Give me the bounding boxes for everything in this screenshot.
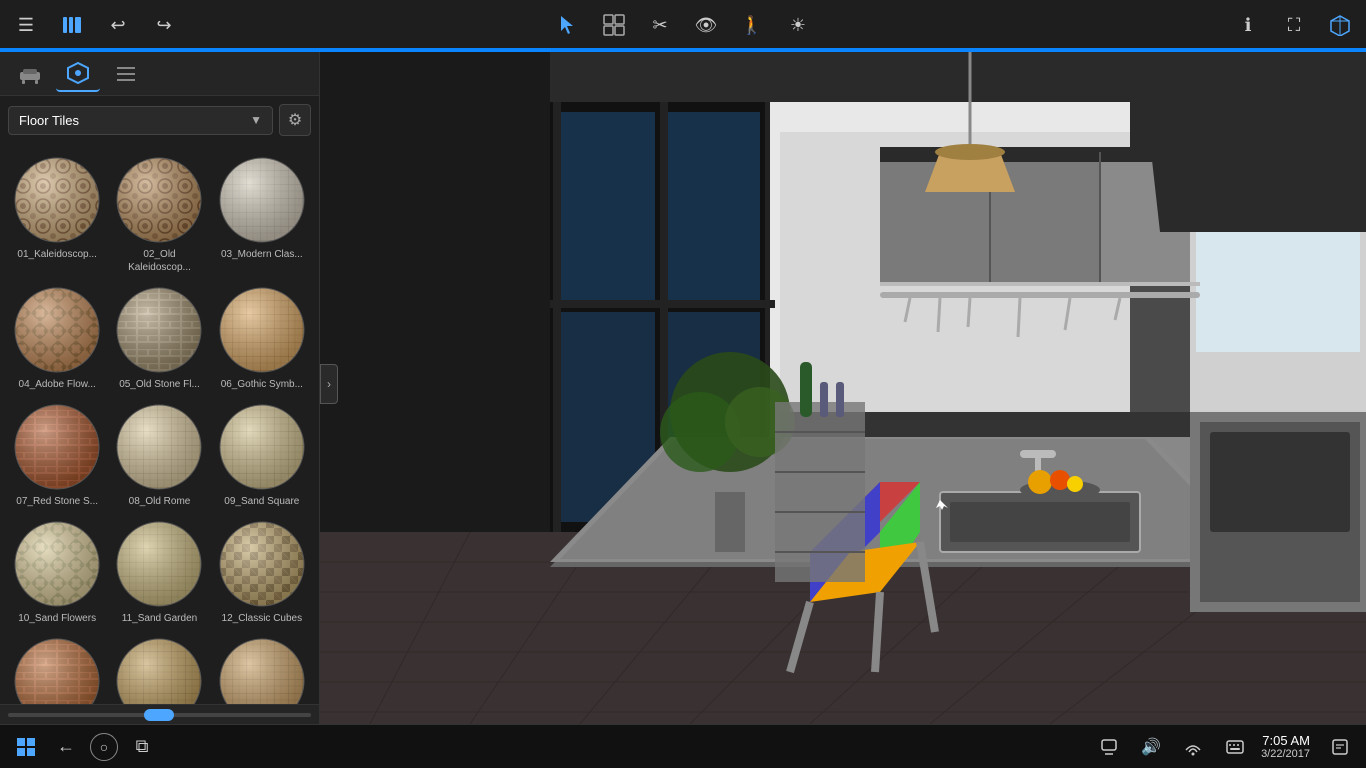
material-name-3: 03_Modern Clas... bbox=[221, 248, 303, 261]
menu-icon[interactable]: ☰ bbox=[12, 11, 40, 39]
material-item-9[interactable]: 09_Sand Square bbox=[213, 399, 311, 512]
tab-list[interactable] bbox=[104, 56, 148, 92]
material-item-11[interactable]: 11_Sand Garden bbox=[110, 516, 208, 629]
system-time[interactable]: 7:05 AM 3/22/2017 bbox=[1261, 733, 1310, 760]
material-sphere-6 bbox=[218, 286, 306, 374]
material-sphere-1 bbox=[13, 156, 101, 244]
keyboard-icon[interactable] bbox=[1219, 731, 1251, 763]
material-item-5[interactable]: 05_Old Stone Fl... bbox=[110, 282, 208, 395]
material-item-14[interactable]: 14_Sand Classic bbox=[110, 633, 208, 704]
volume-icon[interactable]: 🔊 bbox=[1135, 731, 1167, 763]
material-sphere-14 bbox=[115, 637, 203, 704]
material-name-12: 12_Classic Cubes bbox=[222, 612, 303, 625]
material-item-6[interactable]: 06_Gothic Symb... bbox=[213, 282, 311, 395]
category-bar: Floor Tiles ▼ ⚙ bbox=[0, 96, 319, 144]
tab-materials[interactable] bbox=[56, 56, 100, 92]
taskbar: ← ○ ⧉ 🔊 7:05 AM 3/22/2017 bbox=[0, 724, 1366, 768]
material-grid: 01_Kaleidoscop... 0 bbox=[0, 144, 319, 704]
material-item-1[interactable]: 01_Kaleidoscop... bbox=[8, 152, 106, 278]
material-sphere-9 bbox=[218, 403, 306, 491]
material-item-15[interactable]: 15_Classic Old C... bbox=[213, 633, 311, 704]
notifications-icon[interactable] bbox=[1093, 731, 1125, 763]
material-sphere-7 bbox=[13, 403, 101, 491]
tab-furniture[interactable] bbox=[8, 56, 52, 92]
dropdown-arrow-icon: ▼ bbox=[250, 113, 262, 127]
multitask-button[interactable]: ⧉ bbox=[126, 731, 158, 763]
material-item-12[interactable]: 12_Classic Cubes bbox=[213, 516, 311, 629]
material-sphere-5 bbox=[115, 286, 203, 374]
material-name-11: 11_Sand Garden bbox=[122, 612, 197, 625]
material-name-10: 10_Sand Flowers bbox=[18, 612, 96, 625]
time-display: 7:05 AM bbox=[1262, 733, 1310, 748]
undo-icon[interactable]: ↩ bbox=[104, 11, 132, 39]
material-name-4: 04_Adobe Flow... bbox=[19, 378, 96, 391]
start-button[interactable] bbox=[10, 731, 42, 763]
material-name-8: 08_Old Rome bbox=[129, 495, 191, 508]
action-center-icon[interactable] bbox=[1324, 731, 1356, 763]
material-sphere-15 bbox=[218, 637, 306, 704]
material-sphere-3 bbox=[218, 156, 306, 244]
cut-icon[interactable]: ✂ bbox=[646, 11, 674, 39]
cursor-tool-icon[interactable] bbox=[554, 11, 582, 39]
material-sphere-13 bbox=[13, 637, 101, 704]
material-sphere-11 bbox=[115, 520, 203, 608]
material-name-5: 05_Old Stone Fl... bbox=[119, 378, 200, 391]
date-display: 3/22/2017 bbox=[1261, 748, 1310, 760]
redo-icon[interactable]: ↪ bbox=[150, 11, 178, 39]
kitchen-scene bbox=[320, 52, 1366, 724]
network-icon[interactable] bbox=[1177, 731, 1209, 763]
walk-icon[interactable]: 🚶 bbox=[738, 11, 766, 39]
scrollbar-thumb[interactable] bbox=[144, 709, 174, 721]
material-sphere-12 bbox=[218, 520, 306, 608]
group-icon[interactable] bbox=[600, 11, 628, 39]
info-icon[interactable]: ℹ bbox=[1234, 11, 1262, 39]
material-name-9: 09_Sand Square bbox=[224, 495, 299, 508]
material-name-7: 07_Red Stone S... bbox=[16, 495, 98, 508]
material-name-1: 01_Kaleidoscop... bbox=[17, 248, 97, 261]
cube3d-icon[interactable] bbox=[1326, 11, 1354, 39]
panel-scrollbar bbox=[0, 704, 319, 724]
home-button[interactable]: ○ bbox=[90, 733, 118, 761]
material-item-13[interactable]: 13_Classic Ashlar bbox=[8, 633, 106, 704]
panel-tabs bbox=[0, 52, 319, 96]
layout-icon[interactable]: ⛶ bbox=[1280, 11, 1308, 39]
sun-icon[interactable]: ☀ bbox=[784, 11, 812, 39]
top-toolbar: ☰ ↩ ↪ ✂ 👁 🚶 ☀ ℹ ⛶ bbox=[0, 0, 1366, 52]
collapse-panel-button[interactable]: › bbox=[320, 364, 338, 404]
category-dropdown[interactable]: Floor Tiles ▼ bbox=[8, 106, 273, 135]
material-item-7[interactable]: 07_Red Stone S... bbox=[8, 399, 106, 512]
material-item-3[interactable]: 03_Modern Clas... bbox=[213, 152, 311, 278]
material-name-6: 06_Gothic Symb... bbox=[221, 378, 303, 391]
material-item-10[interactable]: 10_Sand Flowers bbox=[8, 516, 106, 629]
settings-button[interactable]: ⚙ bbox=[279, 104, 311, 136]
material-name-2: 02_Old Kaleidoscop... bbox=[114, 248, 204, 274]
material-item-4[interactable]: 04_Adobe Flow... bbox=[8, 282, 106, 395]
category-label: Floor Tiles bbox=[19, 113, 79, 128]
eye-icon[interactable]: 👁 bbox=[692, 11, 720, 39]
left-panel: Floor Tiles ▼ ⚙ bbox=[0, 52, 320, 724]
library-icon[interactable] bbox=[58, 11, 86, 39]
back-button[interactable]: ← bbox=[50, 731, 82, 763]
material-item-8[interactable]: 08_Old Rome bbox=[110, 399, 208, 512]
material-sphere-8 bbox=[115, 403, 203, 491]
material-sphere-10 bbox=[13, 520, 101, 608]
material-sphere-2 bbox=[115, 156, 203, 244]
toolbar-underline bbox=[0, 48, 1366, 50]
material-item-2[interactable]: 02_Old Kaleidoscop... bbox=[110, 152, 208, 278]
scrollbar-track bbox=[8, 713, 311, 717]
material-sphere-4 bbox=[13, 286, 101, 374]
chevron-right-icon: › bbox=[327, 377, 331, 391]
viewport[interactable] bbox=[320, 52, 1366, 724]
